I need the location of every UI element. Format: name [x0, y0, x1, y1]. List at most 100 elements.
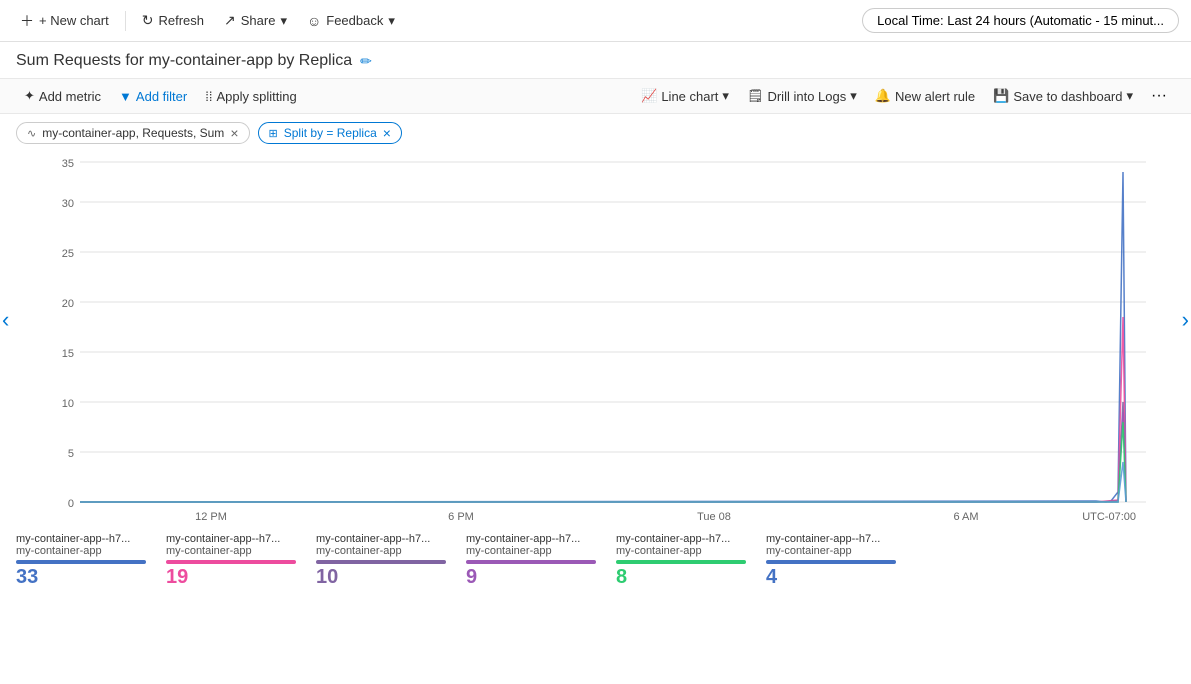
share-icon: ↗ — [224, 12, 236, 29]
add-metric-button[interactable]: ✦ Add metric — [16, 83, 109, 109]
legend-sublabel-4: my-container-app — [616, 545, 746, 557]
legend-row: my-container-app--h7... my-container-app… — [0, 525, 1191, 589]
filter-row: ∿ my-container-app, Requests, Sum × ⊞ Sp… — [0, 114, 1191, 152]
legend-color-bar-5 — [766, 560, 896, 564]
svg-text:15: 15 — [62, 348, 74, 360]
metric-tag-icon: ∿ — [27, 127, 36, 140]
legend-value-5: 4 — [766, 566, 896, 589]
split-tag-text: Split by = Replica — [284, 126, 377, 140]
split-tag-close[interactable]: × — [383, 126, 391, 140]
refresh-icon: ↻ — [142, 12, 154, 29]
legend-label-2: my-container-app--h7... — [316, 533, 446, 545]
add-metric-label: Add metric — [39, 89, 101, 104]
line-chart-chevron-icon: ▾ — [722, 88, 729, 104]
chart-container: ‹ › 0 5 10 15 20 25 30 35 12 PM 6 PM Tue… — [0, 152, 1191, 525]
drill-icon: 🗒 — [747, 88, 764, 104]
new-alert-rule-button[interactable]: 🔔 New alert rule — [867, 83, 983, 109]
metric-tag-text: my-container-app, Requests, Sum — [42, 126, 224, 140]
legend-value-4: 8 — [616, 566, 746, 589]
new-chart-label: + New chart — [39, 13, 109, 28]
line-chart-button[interactable]: 📈 Line chart ▾ — [633, 83, 737, 109]
svg-text:5: 5 — [68, 448, 74, 460]
share-button[interactable]: ↗ Share ▾ — [216, 8, 295, 33]
svg-text:0: 0 — [68, 498, 74, 510]
legend-value-3: 9 — [466, 566, 596, 589]
legend-label-5: my-container-app--h7... — [766, 533, 896, 545]
save-to-dashboard-button[interactable]: 💾 Save to dashboard ▾ — [985, 83, 1141, 109]
feedback-icon: ☺ — [307, 13, 321, 29]
alert-rule-label: New alert rule — [895, 89, 975, 104]
legend-color-bar-0 — [16, 560, 146, 564]
save-dashboard-label: Save to dashboard — [1013, 89, 1122, 104]
legend-label-1: my-container-app--h7... — [166, 533, 296, 545]
legend-sublabel-1: my-container-app — [166, 545, 296, 557]
apply-splitting-button[interactable]: ⁞⁞ Apply splitting — [197, 84, 304, 109]
legend-item-3: my-container-app--h7... my-container-app… — [466, 533, 596, 589]
chart-nav-left-button[interactable]: ‹ — [2, 307, 9, 333]
legend-item-5: my-container-app--h7... my-container-app… — [766, 533, 896, 589]
legend-item-4: my-container-app--h7... my-container-app… — [616, 533, 746, 589]
time-selector-label: Local Time: Last 24 hours (Automatic - 1… — [877, 13, 1164, 28]
metric-tag-close[interactable]: × — [230, 126, 238, 140]
legend-label-3: my-container-app--h7... — [466, 533, 596, 545]
line-chart-label: Line chart — [661, 89, 718, 104]
svg-text:20: 20 — [62, 298, 74, 310]
refresh-label: Refresh — [158, 13, 204, 28]
legend-sublabel-5: my-container-app — [766, 545, 896, 557]
drill-logs-label: Drill into Logs — [767, 89, 846, 104]
legend-color-bar-4 — [616, 560, 746, 564]
legend-sublabel-0: my-container-app — [16, 545, 146, 557]
edit-icon[interactable]: ✏ — [360, 53, 372, 70]
svg-text:UTC-07:00: UTC-07:00 — [1082, 511, 1136, 522]
divider-1 — [125, 11, 126, 31]
metric-filter-tag: ∿ my-container-app, Requests, Sum × — [16, 122, 250, 144]
split-filter-tag: ⊞ Split by = Replica × — [258, 122, 402, 144]
svg-text:35: 35 — [62, 158, 74, 170]
top-toolbar: ＋ + New chart ↻ Refresh ↗ Share ▾ ☺ Feed… — [0, 0, 1191, 42]
legend-sublabel-2: my-container-app — [316, 545, 446, 557]
svg-text:10: 10 — [62, 398, 74, 410]
add-filter-button[interactable]: ▼ Add filter — [111, 84, 195, 109]
legend-value-0: 33 — [16, 566, 146, 589]
chart-svg-wrapper: 0 5 10 15 20 25 30 35 12 PM 6 PM Tue 08 … — [36, 152, 1155, 525]
refresh-button[interactable]: ↻ Refresh — [134, 8, 212, 33]
new-chart-button[interactable]: ＋ + New chart — [12, 7, 117, 35]
time-selector-button[interactable]: Local Time: Last 24 hours (Automatic - 1… — [862, 8, 1179, 33]
splitting-icon: ⁞⁞ — [205, 89, 212, 104]
drill-into-logs-button[interactable]: 🗒 Drill into Logs ▾ — [739, 83, 865, 109]
share-label: Share — [241, 13, 276, 28]
share-chevron-icon: ▾ — [280, 13, 287, 29]
legend-label-0: my-container-app--h7... — [16, 533, 146, 545]
filter-icon: ▼ — [119, 89, 132, 104]
drill-chevron-icon: ▾ — [850, 88, 857, 104]
more-options-button[interactable]: ··· — [1143, 83, 1175, 109]
svg-text:25: 25 — [62, 248, 74, 260]
svg-text:6 AM: 6 AM — [953, 511, 978, 522]
line-chart-icon: 📈 — [641, 88, 657, 104]
page-title: Sum Requests for my-container-app by Rep… — [16, 52, 352, 70]
page-title-row: Sum Requests for my-container-app by Rep… — [0, 42, 1191, 78]
feedback-label: Feedback — [326, 13, 383, 28]
apply-splitting-label: Apply splitting — [216, 89, 296, 104]
legend-value-1: 19 — [166, 566, 296, 589]
feedback-chevron-icon: ▾ — [388, 13, 395, 29]
split-tag-icon: ⊞ — [269, 127, 278, 140]
add-filter-label: Add filter — [136, 89, 187, 104]
legend-color-bar-3 — [466, 560, 596, 564]
legend-sublabel-3: my-container-app — [466, 545, 596, 557]
save-chevron-icon: ▾ — [1126, 88, 1133, 104]
legend-color-bar-2 — [316, 560, 446, 564]
legend-color-bar-1 — [166, 560, 296, 564]
svg-text:6 PM: 6 PM — [448, 511, 474, 522]
legend-item-0: my-container-app--h7... my-container-app… — [16, 533, 146, 589]
legend-value-2: 10 — [316, 566, 446, 589]
legend-item-1: my-container-app--h7... my-container-app… — [166, 533, 296, 589]
add-metric-icon: ✦ — [24, 88, 35, 104]
save-icon: 💾 — [993, 88, 1009, 104]
svg-text:30: 30 — [62, 198, 74, 210]
feedback-button[interactable]: ☺ Feedback ▾ — [299, 9, 403, 33]
legend-label-4: my-container-app--h7... — [616, 533, 746, 545]
legend-item-2: my-container-app--h7... my-container-app… — [316, 533, 446, 589]
svg-text:12 PM: 12 PM — [195, 511, 227, 522]
chart-nav-right-button[interactable]: › — [1182, 307, 1189, 333]
